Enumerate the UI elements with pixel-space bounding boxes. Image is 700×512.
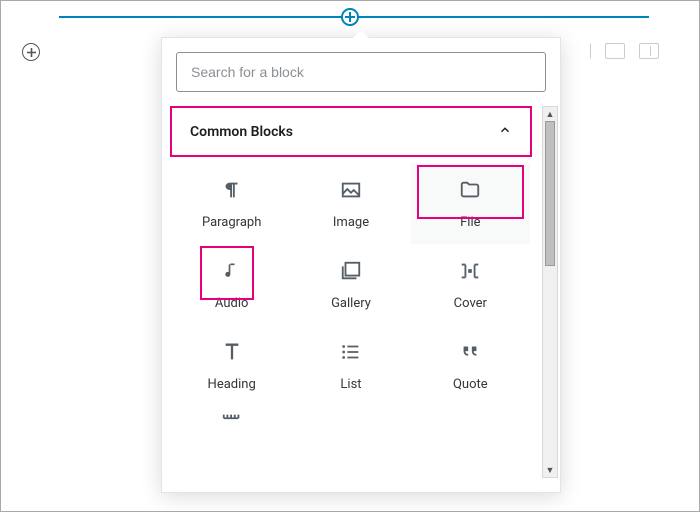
- block-quote[interactable]: Quote: [411, 325, 530, 406]
- block-label: Quote: [453, 377, 488, 392]
- heading-icon: [219, 339, 245, 365]
- cover-icon: [457, 258, 483, 284]
- block-label: Paragraph: [202, 215, 261, 230]
- block-label: Audio: [215, 296, 248, 311]
- popover-arrow: [353, 30, 369, 38]
- chevron-up-icon: [498, 122, 512, 141]
- plus-icon: [27, 48, 36, 57]
- block-type-placeholders: [579, 43, 659, 59]
- audio-icon: [219, 258, 245, 284]
- search-input[interactable]: [176, 52, 546, 92]
- block-gallery[interactable]: Gallery: [291, 244, 410, 325]
- list-icon: [338, 339, 364, 365]
- placeholder-icon: [639, 43, 659, 59]
- block-cover[interactable]: Cover: [411, 244, 530, 325]
- quote-icon: [457, 339, 483, 365]
- scroll-down-icon[interactable]: ▼: [543, 463, 557, 477]
- plus-icon: [345, 12, 355, 22]
- scrollbar-thumb[interactable]: [545, 121, 555, 266]
- block-audio[interactable]: Audio: [172, 244, 291, 325]
- block-label: Heading: [208, 377, 256, 392]
- panel-title: Common Blocks: [190, 124, 293, 140]
- block-image[interactable]: Image: [291, 163, 410, 244]
- insert-block-side-button[interactable]: [22, 43, 40, 61]
- block-label: Cover: [454, 296, 487, 311]
- block-file[interactable]: File: [411, 163, 530, 244]
- placeholder-icon: [605, 43, 625, 59]
- block-label: Gallery: [331, 296, 371, 311]
- folder-icon: [457, 177, 483, 203]
- block-paragraph[interactable]: Paragraph: [172, 163, 291, 244]
- scroll-up-icon[interactable]: ▲: [543, 107, 557, 121]
- block-heading[interactable]: Heading: [172, 325, 291, 406]
- block-label: List: [340, 377, 361, 392]
- scrollbar[interactable]: ▲ ▼: [542, 106, 558, 478]
- placeholder-icon: [579, 43, 591, 59]
- partial-next-row: [162, 406, 540, 428]
- image-icon: [338, 177, 364, 203]
- block-grid: Paragraph Image File Audio: [162, 157, 540, 406]
- video-icon: [172, 406, 291, 428]
- block-label: File: [460, 215, 480, 230]
- gallery-icon: [338, 258, 364, 284]
- panel-common-blocks[interactable]: Common Blocks: [170, 106, 532, 157]
- paragraph-icon: [219, 177, 245, 203]
- block-inserter-popover: Common Blocks Paragraph Image: [161, 37, 561, 493]
- block-list[interactable]: List: [291, 325, 410, 406]
- block-label: Image: [333, 215, 369, 230]
- insert-block-top-button[interactable]: [341, 8, 359, 26]
